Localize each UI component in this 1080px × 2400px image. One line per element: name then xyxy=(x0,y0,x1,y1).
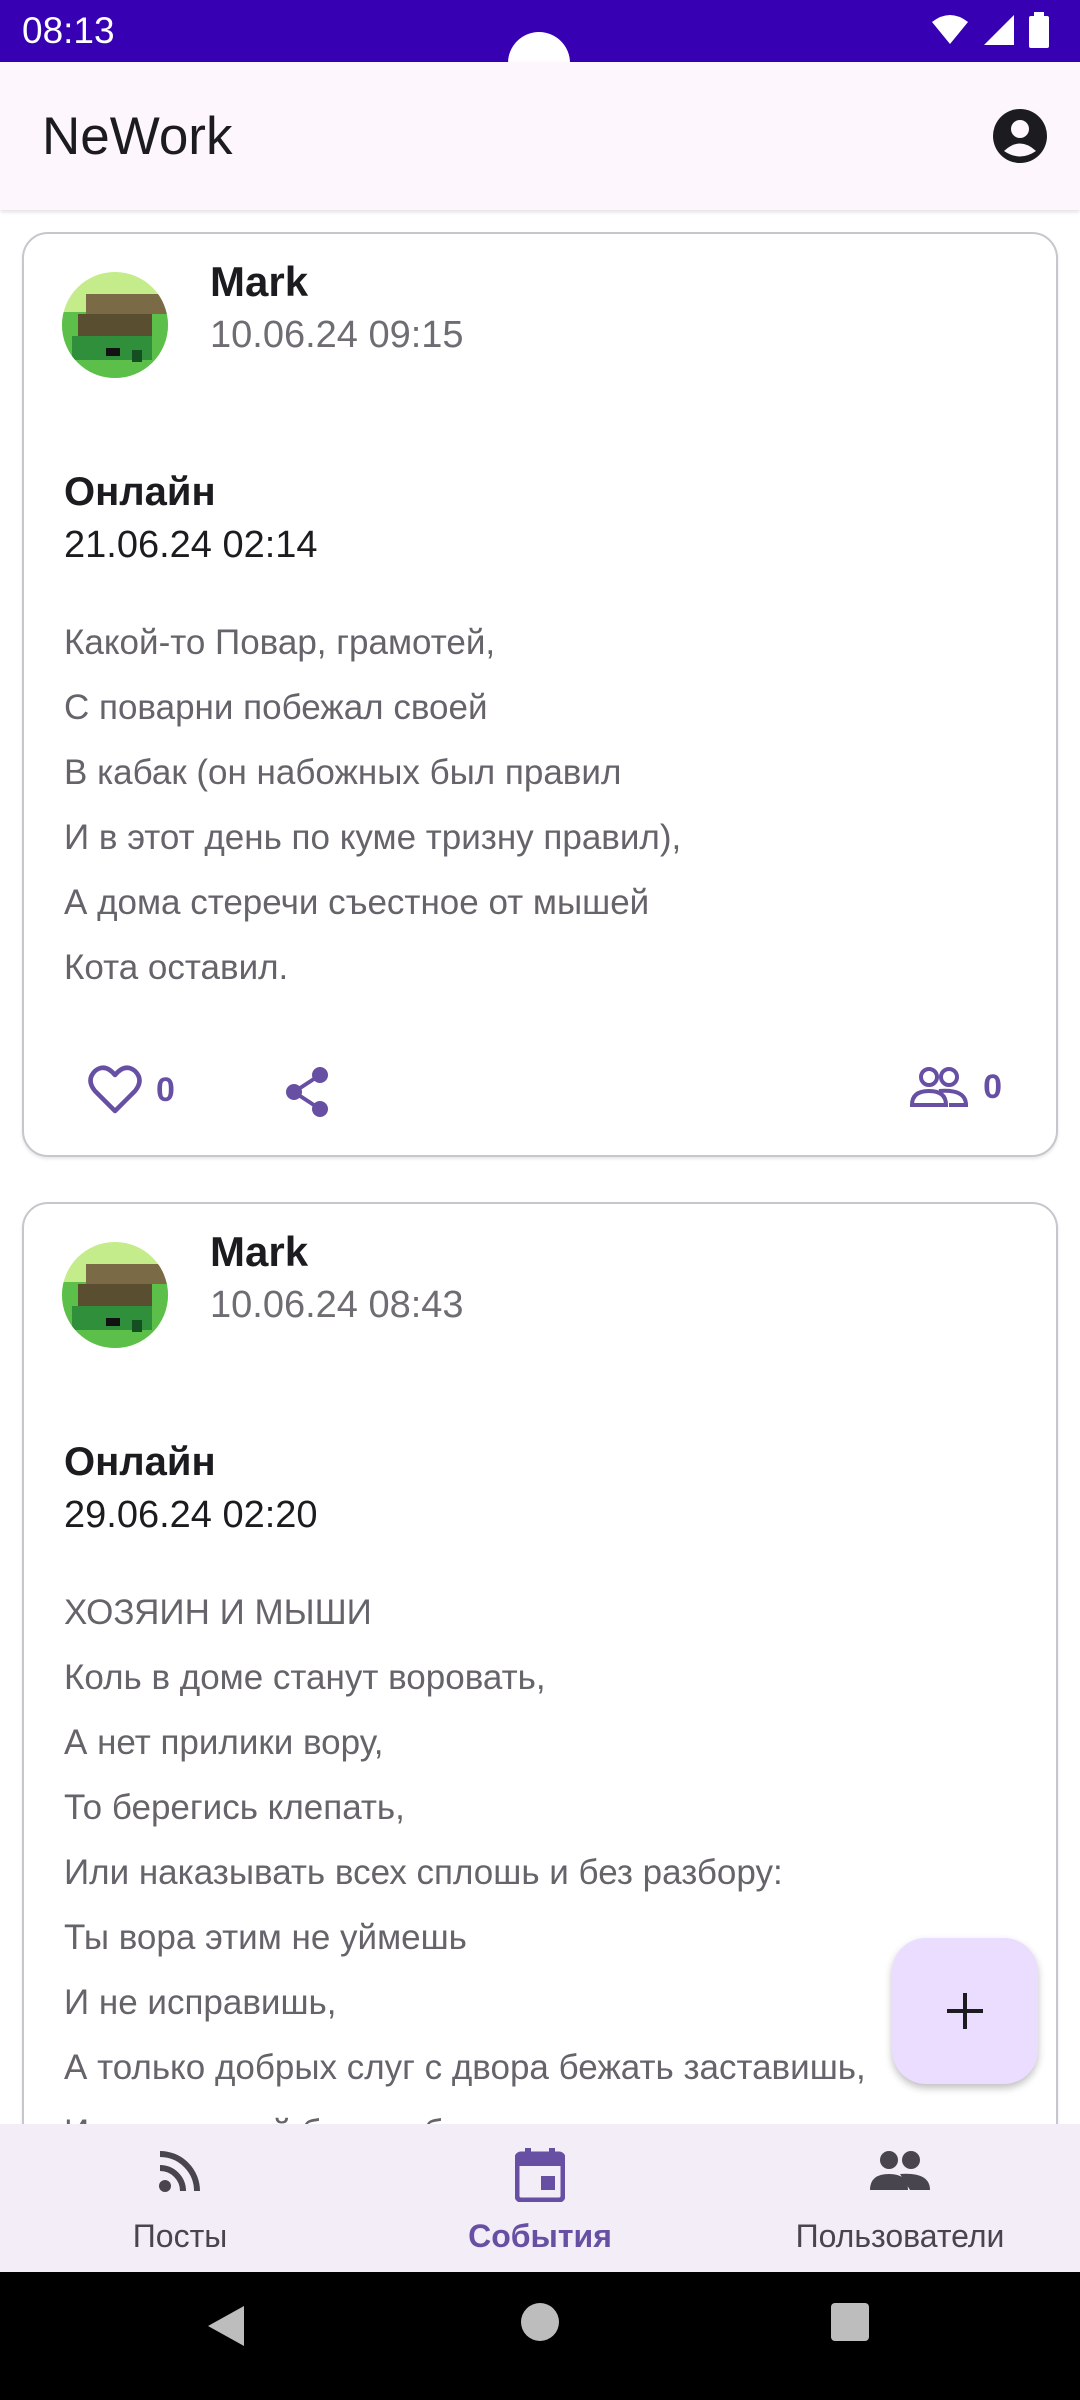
share-icon xyxy=(286,1067,328,1117)
home-icon[interactable] xyxy=(520,2302,560,2342)
published-date: 10.06.24 09:15 xyxy=(210,314,464,356)
nav-item-events[interactable]: События xyxy=(360,2124,720,2272)
status-time: 08:13 xyxy=(22,10,115,51)
event-type: Онлайн xyxy=(64,1440,216,1484)
content-line: И не исправишь, xyxy=(64,1983,337,2022)
people-icon xyxy=(870,2151,930,2190)
participants-count: 0 xyxy=(983,1067,1002,1106)
content-line: Кота оставил. xyxy=(64,948,289,987)
author-name: Mark xyxy=(210,1228,309,1275)
content-line: В кабак (он набожных был правил xyxy=(64,753,622,792)
back-icon[interactable] xyxy=(204,2302,248,2350)
rss-icon xyxy=(159,2151,200,2192)
nav-label-users: Пользователи xyxy=(795,2218,1005,2254)
event-datetime: 21.06.24 02:14 xyxy=(64,524,318,566)
status-icons xyxy=(930,12,1050,48)
battery-icon xyxy=(1029,12,1049,48)
card-actions: 0 0 xyxy=(24,1035,1056,1155)
nav-item-posts[interactable]: Посты xyxy=(0,2124,360,2272)
content-line: То берегись клепать, xyxy=(64,1788,405,1827)
content-line: И от меньшей беды в большую попадешь. xyxy=(64,2100,1014,2124)
like-button[interactable]: 0 xyxy=(88,1065,175,1115)
event-content: ХОЗЯИН И МЫШИ Коль в доме станут вороват… xyxy=(64,1580,1014,2124)
events-feed[interactable]: Mark 10.06.24 09:15 Онлайн 21.06.24 02:1… xyxy=(0,210,1080,2124)
signal-icon xyxy=(984,15,1014,45)
share-button[interactable] xyxy=(280,1065,334,1124)
author-name: Mark xyxy=(210,258,309,305)
heart-icon xyxy=(88,1065,142,1114)
wifi-icon xyxy=(932,15,968,44)
content-line: Или наказывать всех сплошь и без разбору… xyxy=(64,1853,783,1892)
content-line: ХОЗЯИН И МЫШИ xyxy=(64,1593,372,1632)
recents-icon[interactable] xyxy=(830,2302,870,2342)
system-navigation-bar xyxy=(0,2272,1080,2400)
content-line: А дома стеречи съестное от мышей xyxy=(64,883,650,922)
content-line: И в этот день по куме тризну правил), xyxy=(64,818,682,857)
account-icon[interactable] xyxy=(990,106,1050,166)
calendar-icon xyxy=(515,2148,565,2202)
like-count: 0 xyxy=(156,1070,175,1109)
event-content: Какой-то Повар, грамотей, С поварни побе… xyxy=(64,610,1014,1000)
content-line: Ты вора этим не уймешь xyxy=(64,1918,467,1957)
add-icon xyxy=(947,1993,983,2029)
avatar[interactable] xyxy=(62,272,168,378)
content-line: Коль в доме станут воровать, xyxy=(64,1658,546,1697)
add-event-button[interactable] xyxy=(892,1938,1038,2084)
app-bar: NeWork xyxy=(0,62,1080,210)
nav-label-events: События xyxy=(468,2218,612,2254)
published-date: 10.06.24 08:43 xyxy=(210,1284,464,1326)
nav-label-posts: Посты xyxy=(132,2218,228,2254)
content-line: С поварни побежал своей xyxy=(64,688,488,727)
participants-icon xyxy=(910,1067,969,1107)
avatar[interactable] xyxy=(62,1242,168,1348)
event-type: Онлайн xyxy=(64,470,216,514)
event-datetime: 29.06.24 02:20 xyxy=(64,1494,318,1536)
app-title: NeWork xyxy=(42,107,233,166)
participants-button[interactable]: 0 xyxy=(909,1065,1002,1109)
content-line: А только добрых слуг с двора бежать заст… xyxy=(64,2048,866,2087)
content-line: А нет прилики вору, xyxy=(64,1723,384,1762)
event-card[interactable]: Mark 10.06.24 09:15 Онлайн 21.06.24 02:1… xyxy=(22,232,1058,1157)
nav-item-users[interactable]: Пользователи xyxy=(720,2124,1080,2272)
content-line: Какой-то Повар, грамотей, xyxy=(64,623,496,662)
bottom-navigation: Посты События Пользователи xyxy=(0,2124,1080,2272)
